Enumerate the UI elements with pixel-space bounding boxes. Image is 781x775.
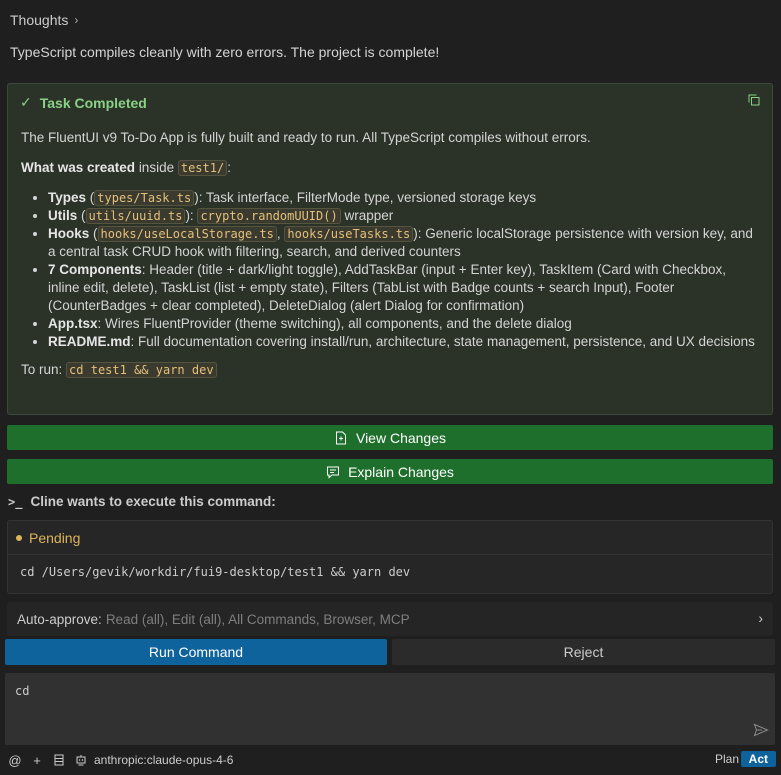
item-label: 7 Components bbox=[48, 262, 142, 277]
chat-input-text: cd bbox=[15, 684, 30, 698]
inline-code: types/Task.ts bbox=[94, 190, 195, 206]
command-request-title: Cline wants to execute this command: bbox=[30, 494, 276, 509]
server-icon[interactable] bbox=[52, 753, 66, 767]
robot-icon[interactable] bbox=[74, 753, 88, 767]
list-item: 7 Components: Header (title + dark/light… bbox=[48, 261, 760, 315]
run-instructions: To run: cd test1 && yarn dev bbox=[21, 361, 760, 379]
list-item: Hooks (hooks/useLocalStorage.ts, hooks/u… bbox=[48, 225, 760, 261]
item-label: App.tsx bbox=[48, 316, 98, 331]
item-text: : Wires FluentProvider (theme switching)… bbox=[97, 316, 572, 331]
explain-changes-label: Explain Changes bbox=[348, 463, 454, 480]
thoughts-label: Thoughts bbox=[10, 12, 69, 28]
inline-code: utils/uuid.ts bbox=[85, 208, 186, 224]
item-label: README.md bbox=[48, 334, 131, 349]
inline-code: hooks/useTasks.ts bbox=[284, 226, 414, 242]
task-intro: The FluentUI v9 To-Do App is fully built… bbox=[21, 130, 591, 145]
run-command-button[interactable]: Run Command bbox=[5, 639, 387, 665]
chat-input[interactable]: cd bbox=[5, 673, 775, 745]
list-item: README.md: Full documentation covering i… bbox=[48, 333, 760, 351]
item-text: wrapper bbox=[340, 208, 394, 223]
model-selector[interactable]: anthropic:claude-opus-4-6 bbox=[94, 753, 233, 767]
pending-dot-icon bbox=[16, 535, 22, 541]
checkmark-icon: ✓ bbox=[20, 94, 32, 110]
reject-button[interactable]: Reject bbox=[392, 639, 775, 665]
created-label: What was created bbox=[21, 160, 136, 175]
created-list: Types (types/Task.ts): Task interface, F… bbox=[21, 189, 760, 351]
status-badge: Pending bbox=[16, 530, 80, 546]
item-text: : Full documentation covering install/ru… bbox=[130, 334, 755, 349]
list-item: App.tsx: Wires FluentProvider (theme swi… bbox=[48, 315, 760, 333]
assistant-message: TypeScript compiles cleanly with zero er… bbox=[10, 44, 440, 60]
view-changes-button[interactable]: View Changes bbox=[7, 425, 773, 450]
inline-code: crypto.randomUUID() bbox=[197, 208, 341, 224]
act-mode-toggle[interactable]: Act bbox=[740, 751, 776, 767]
view-changes-label: View Changes bbox=[355, 429, 447, 446]
bottom-toolbar: @ + anthropic:claude-opus-4-6 Plan Act bbox=[0, 748, 781, 772]
item-text: : Task interface, FilterMode type, versi… bbox=[198, 190, 537, 205]
auto-approve-value: Read (all), Edit (all), All Commands, Br… bbox=[105, 611, 410, 627]
item-label: Utils bbox=[48, 208, 78, 223]
command-request-header: >_ Cline wants to execute this command: bbox=[8, 494, 276, 509]
command-box: Pending cd /Users/gevik/workdir/fui9-des… bbox=[7, 520, 773, 594]
chevron-right-icon: › bbox=[74, 13, 79, 27]
task-completed-card: ✓ Task Completed The FluentUI v9 To-Do A… bbox=[7, 83, 773, 415]
thoughts-toggle[interactable]: Thoughts › bbox=[10, 12, 78, 28]
add-icon[interactable]: + bbox=[30, 753, 44, 768]
list-item: Utils (utils/uuid.ts): crypto.randomUUID… bbox=[48, 207, 760, 225]
terminal-icon: >_ bbox=[8, 494, 23, 509]
colon-text: : bbox=[227, 160, 231, 175]
item-label: Hooks bbox=[48, 226, 90, 241]
list-item: Types (types/Task.ts): Task interface, F… bbox=[48, 189, 760, 207]
task-header: ✓ Task Completed bbox=[20, 94, 147, 111]
comment-icon bbox=[327, 466, 340, 479]
item-label: Types bbox=[48, 190, 87, 205]
run-label: To run: bbox=[21, 362, 63, 377]
auto-approve-label: Auto-approve: bbox=[17, 611, 102, 627]
created-heading: What was created inside test1/: bbox=[21, 159, 760, 177]
status-label: Pending bbox=[29, 530, 81, 546]
inline-code: test1/ bbox=[177, 160, 228, 176]
task-body: The FluentUI v9 To-Do App is fully built… bbox=[21, 129, 760, 391]
diff-file-icon bbox=[335, 431, 346, 444]
auto-approve-toggle[interactable]: Auto-approve: Read (all), Edit (all), Al… bbox=[7, 602, 773, 636]
divider bbox=[8, 554, 772, 555]
item-text: : Header (title + dark/light toggle), Ad… bbox=[48, 262, 727, 313]
plan-mode-toggle[interactable]: Plan bbox=[715, 752, 739, 766]
copy-icon[interactable] bbox=[748, 94, 760, 106]
chevron-right-icon: › bbox=[758, 610, 763, 626]
mention-icon[interactable]: @ bbox=[8, 753, 22, 768]
inline-code: cd test1 && yarn dev bbox=[66, 362, 217, 378]
explain-changes-button[interactable]: Explain Changes bbox=[7, 459, 773, 484]
task-title: Task Completed bbox=[39, 94, 147, 111]
inline-code: hooks/useLocalStorage.ts bbox=[97, 226, 277, 242]
created-inside-text: inside bbox=[138, 160, 175, 175]
send-icon[interactable] bbox=[753, 723, 769, 737]
command-text: cd /Users/gevik/workdir/fui9-desktop/tes… bbox=[20, 565, 411, 579]
